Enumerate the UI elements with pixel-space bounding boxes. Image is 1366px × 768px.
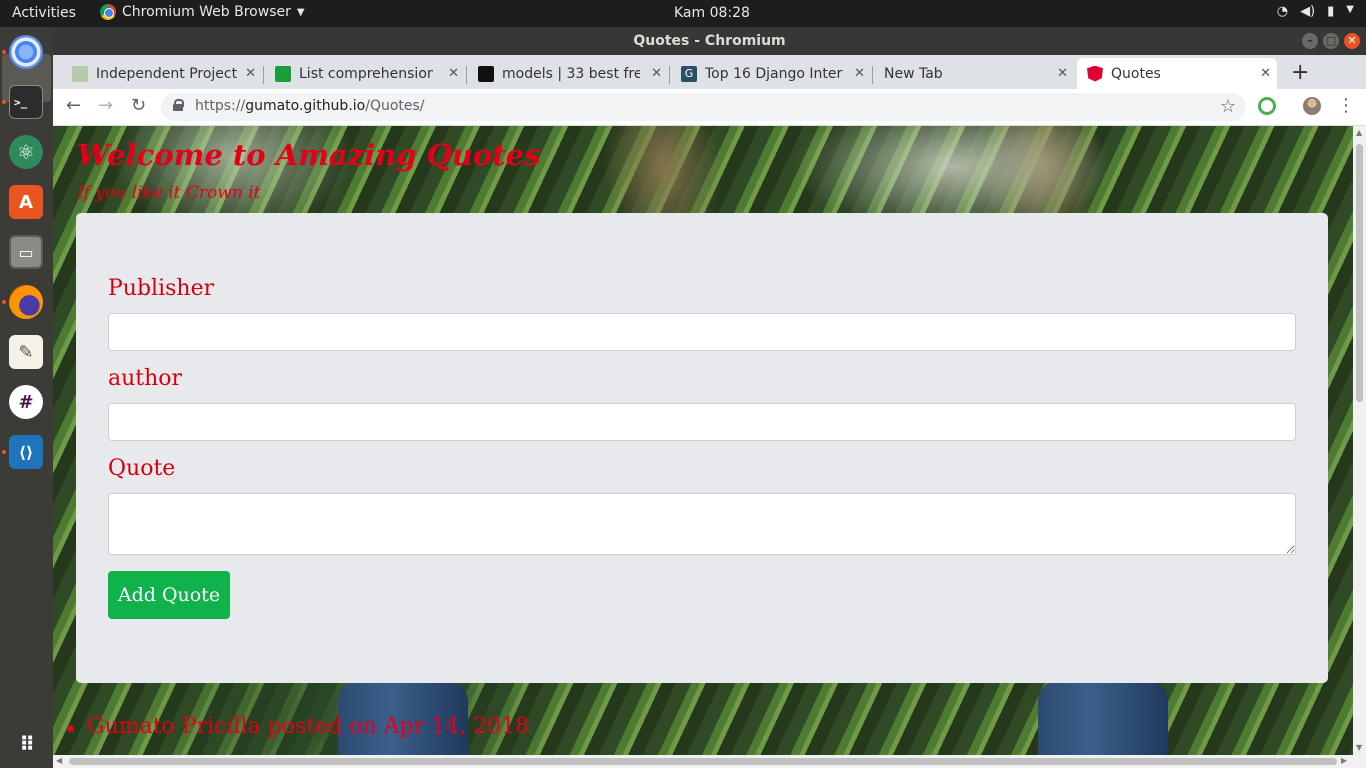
close-tab-icon[interactable]: ✕	[245, 66, 256, 81]
running-indicator	[2, 300, 6, 304]
app-menu-label: Chromium Web Browser	[122, 4, 291, 20]
tab-independent-project[interactable]: Independent Project ✕	[72, 58, 262, 89]
close-tab-icon[interactable]: ✕	[1260, 66, 1271, 81]
volume-icon: ◀)	[1300, 4, 1316, 19]
close-tab-icon[interactable]: ✕	[651, 66, 662, 81]
tab-label: Independent Project	[96, 65, 238, 82]
files-icon[interactable]: ▭	[9, 235, 43, 269]
page-viewport: Welcome to Amazing Quotes If you like it…	[53, 126, 1353, 755]
tab-quotes[interactable]: Quotes ✕	[1077, 58, 1277, 89]
person-legs-image	[1038, 681, 1168, 755]
tab-label: New Tab	[884, 65, 943, 82]
url-path: /Quotes/	[365, 98, 425, 114]
unsplash-favicon-icon	[478, 65, 494, 82]
address-bar[interactable]: https://gumato.github.io/Quotes/ ☆	[161, 93, 1246, 121]
tab-separator	[872, 66, 873, 84]
publisher-input[interactable]	[108, 313, 1296, 351]
back-arrow-icon[interactable]: ←	[66, 95, 81, 116]
atom-icon[interactable]: ⚛	[9, 135, 43, 169]
chromium-icon	[100, 4, 116, 20]
scroll-left-arrow-icon[interactable]: ◀	[56, 756, 62, 765]
profile-avatar[interactable]	[1303, 97, 1321, 115]
wifi-icon: ◔	[1276, 4, 1289, 19]
author-label: author	[108, 366, 183, 391]
tab-separator	[669, 66, 670, 84]
clock[interactable]: Kam 08:28	[674, 5, 750, 21]
url-text[interactable]: https://gumato.github.io/Quotes/	[195, 98, 425, 114]
scroll-right-arrow-icon[interactable]: ▶	[1341, 756, 1347, 765]
quote-label: Quote	[108, 456, 176, 481]
quote-list: Gumato Pricilla posted on Apr 14, 2018	[67, 714, 529, 740]
browser-toolbar: ← → ↻ https://gumato.github.io/Quotes/ ☆…	[53, 89, 1366, 126]
tree-favicon-icon	[72, 65, 88, 82]
new-tab-button[interactable]: +	[1291, 60, 1309, 85]
browser-window: Quotes - Chromium – □ ✕ Independent Proj…	[53, 27, 1366, 768]
page-tagline: If you like it Crown it	[77, 183, 261, 203]
battery-icon: ▮	[1327, 4, 1335, 19]
tab-strip: Independent Project ✕ List comprehension…	[53, 55, 1366, 89]
terminal-icon[interactable]: >_	[9, 85, 43, 119]
more-menu-icon[interactable]: ⋮	[1337, 95, 1355, 116]
minimize-button[interactable]: –	[1302, 33, 1318, 49]
g-favicon-icon: G	[681, 65, 697, 82]
quote-item: Gumato Pricilla posted on Apr 14, 2018	[67, 714, 529, 740]
chevron-down-icon: ▼	[1346, 4, 1354, 15]
window-title: Quotes - Chromium	[633, 33, 786, 49]
url-scheme: https://	[195, 98, 246, 114]
author-input[interactable]	[108, 403, 1296, 441]
running-indicator	[2, 100, 6, 104]
tab-label: models | 33 best free	[502, 65, 640, 82]
extension-icon[interactable]	[1258, 97, 1276, 115]
running-indicator	[2, 50, 6, 54]
tab-separator	[466, 66, 467, 84]
activities-button[interactable]: Activities	[12, 5, 76, 21]
close-tab-icon[interactable]: ✕	[1057, 66, 1068, 81]
tab-new-tab[interactable]: New Tab ✕	[884, 58, 1074, 89]
tab-label: Quotes	[1111, 65, 1161, 82]
text-editor-icon[interactable]: ✎	[9, 335, 43, 369]
window-titlebar[interactable]: Quotes - Chromium – □ ✕	[53, 27, 1366, 55]
horizontal-scroll-thumb[interactable]	[69, 758, 1337, 765]
tab-django-interview[interactable]: G Top 16 Django Interv ✕	[681, 58, 871, 89]
horizontal-scrollbar[interactable]: ◀ ▶	[53, 755, 1366, 768]
forward-arrow-icon[interactable]: →	[98, 95, 113, 116]
tab-models[interactable]: models | 33 best free ✕	[478, 58, 668, 89]
dock: >_ ⚛ A ▭ ✎ # ⟨⟩ ⠿	[0, 27, 53, 768]
lock-icon[interactable]	[173, 99, 184, 111]
tab-label: List comprehension	[299, 65, 433, 82]
slack-icon[interactable]: #	[9, 385, 43, 419]
reload-icon[interactable]: ↻	[131, 95, 146, 116]
close-tab-icon[interactable]: ✕	[854, 66, 865, 81]
tab-label: Top 16 Django Interv	[705, 65, 843, 82]
green-favicon-icon	[275, 65, 291, 82]
bookmark-star-icon[interactable]: ☆	[1220, 96, 1236, 117]
scroll-down-arrow-icon[interactable]: ▼	[1356, 743, 1362, 752]
angular-favicon-icon	[1087, 65, 1103, 82]
chevron-down-icon: ▼	[296, 6, 305, 18]
running-indicator	[2, 450, 6, 454]
system-tray[interactable]: ◔ ◀) ▮ ▼	[1277, 4, 1354, 19]
maximize-button[interactable]: □	[1323, 33, 1339, 49]
quote-form: Publisher author Quote Add Quote	[76, 213, 1328, 683]
vertical-scroll-thumb[interactable]	[1356, 144, 1363, 402]
publisher-label: Publisher	[108, 276, 215, 301]
url-host: gumato.github.io	[245, 98, 366, 114]
vertical-scrollbar[interactable]: ▲ ▼	[1353, 126, 1366, 755]
quote-textarea[interactable]	[108, 493, 1296, 555]
tab-list-comprehension[interactable]: List comprehension ✕	[275, 58, 465, 89]
chromium-icon[interactable]	[9, 35, 43, 69]
vscode-icon[interactable]: ⟨⟩	[9, 435, 43, 469]
app-grid-icon[interactable]: ⠿	[9, 727, 43, 761]
close-window-button[interactable]: ✕	[1344, 33, 1360, 49]
firefox-icon[interactable]	[9, 285, 43, 319]
software-center-icon[interactable]: A	[9, 185, 43, 219]
gnome-top-bar: Activities Chromium Web Browser ▼ Kam 08…	[0, 0, 1366, 27]
close-tab-icon[interactable]: ✕	[448, 66, 459, 81]
scroll-up-arrow-icon[interactable]: ▲	[1356, 128, 1362, 137]
tab-separator	[263, 66, 264, 84]
add-quote-button[interactable]: Add Quote	[108, 571, 230, 619]
page-title: Welcome to Amazing Quotes	[77, 138, 541, 172]
app-menu[interactable]: Chromium Web Browser ▼	[100, 4, 305, 20]
